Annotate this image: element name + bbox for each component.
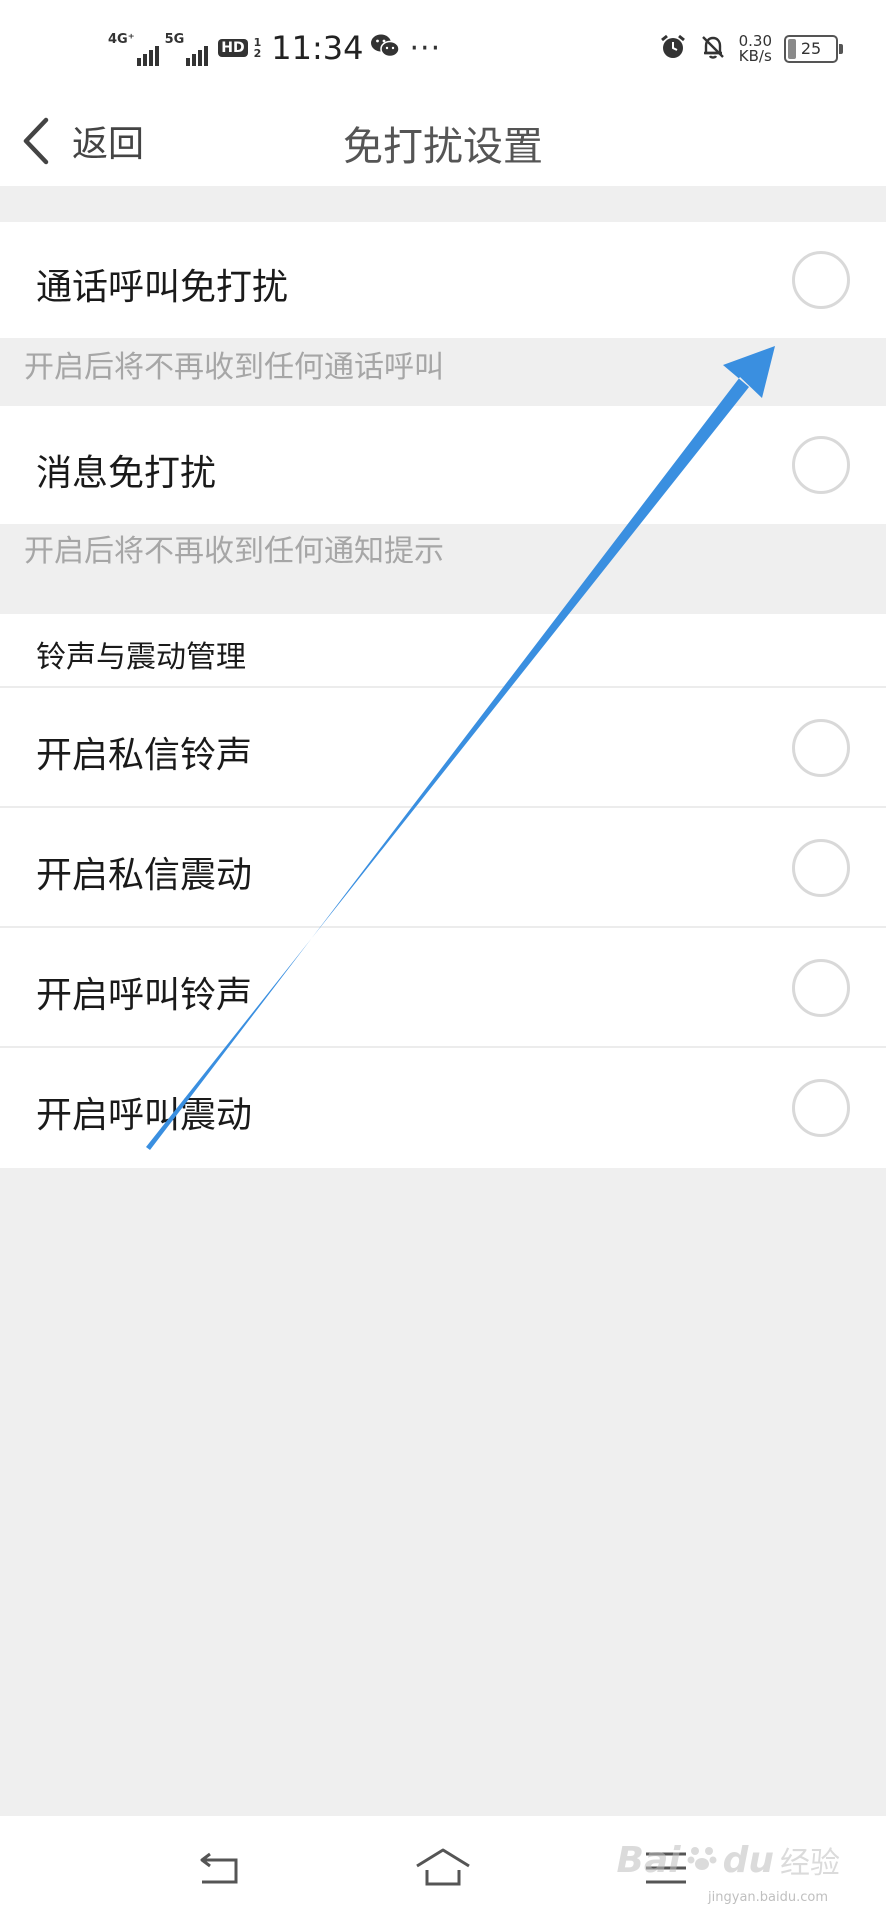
system-back-button[interactable] [190, 1840, 250, 1896]
watermark-url: jingyan.baidu.com [708, 1890, 828, 1905]
call-dnd-toggle[interactable] [792, 251, 850, 309]
signal-bars-icon [186, 44, 209, 66]
call-ringtone-label: 开启呼叫铃声 [36, 975, 253, 1016]
call-vibration-row[interactable]: 开启呼叫震动 [0, 1048, 886, 1168]
private-message-ringtone-row[interactable]: 开启私信铃声 [0, 688, 886, 808]
call-ringtone-row[interactable]: 开启呼叫铃声 [0, 928, 886, 1048]
alarm-icon [659, 33, 687, 65]
hd-voice-icon: HD [218, 39, 248, 57]
call-dnd-label: 通话呼叫免打扰 [36, 267, 289, 308]
paw-icon [687, 1843, 717, 1877]
call-dnd-row[interactable]: 通话呼叫免打扰 [0, 222, 886, 338]
signal-bars-icon [136, 44, 159, 66]
signal-4g: 4G⁺ [108, 30, 159, 66]
hd-sim-indicator: 1 2 [254, 37, 262, 59]
watermark-brand: Bai [616, 1839, 681, 1881]
network-label-2: 5G [164, 32, 185, 47]
message-dnd-label: 消息免打扰 [36, 453, 217, 494]
more-notifications-icon: ··· [409, 30, 442, 66]
status-bar: 4G⁺ 5G HD 1 2 11:34 ··· 0.30 KB/s 25 [0, 0, 886, 96]
private-message-vibration-label: 开启私信震动 [36, 855, 253, 896]
clock: 11:34 [271, 29, 364, 67]
status-left: 4G⁺ 5G HD 1 2 11:34 ··· [108, 26, 441, 70]
private-message-vibration-row[interactable]: 开启私信震动 [0, 808, 886, 928]
speed-unit: KB/s [738, 47, 772, 65]
navigation-bar: 返回 免打扰设置 [0, 96, 886, 186]
call-vibration-toggle[interactable] [792, 1079, 850, 1137]
network-label-1: 4G⁺ [108, 32, 135, 47]
private-message-vibration-toggle[interactable] [792, 839, 850, 897]
ring-section-title: 铃声与震动管理 [36, 640, 246, 675]
private-message-ringtone-toggle[interactable] [792, 719, 850, 777]
baidu-watermark: Bai du 经验 [617, 1838, 840, 1882]
signal-5g: 5G [165, 30, 209, 66]
watermark-cn: 经验 [780, 1846, 840, 1881]
bell-off-icon [699, 33, 727, 65]
watermark-brand-suffix: du [722, 1839, 774, 1881]
status-right: 0.30 KB/s 25 [659, 28, 843, 70]
call-ringtone-toggle[interactable] [792, 959, 850, 1017]
message-dnd-hint: 开启后将不再收到任何通知提示 [24, 534, 444, 569]
call-vibration-label: 开启呼叫震动 [36, 1095, 253, 1136]
wechat-icon [370, 33, 400, 63]
private-message-ringtone-label: 开启私信铃声 [36, 735, 253, 776]
battery-fill [788, 39, 796, 59]
battery-icon: 25 [784, 35, 843, 63]
message-dnd-toggle[interactable] [792, 436, 850, 494]
system-home-button[interactable] [413, 1840, 473, 1896]
battery-level: 25 [800, 39, 822, 58]
hd-sub-bottom: 2 [253, 47, 262, 60]
network-speed: 0.30 KB/s [739, 34, 772, 64]
ring-section-header: 铃声与震动管理 [0, 614, 886, 688]
page-title: 免打扰设置 [343, 124, 543, 170]
message-dnd-row[interactable]: 消息免打扰 [0, 406, 886, 524]
call-dnd-hint: 开启后将不再收到任何通话呼叫 [24, 350, 444, 385]
